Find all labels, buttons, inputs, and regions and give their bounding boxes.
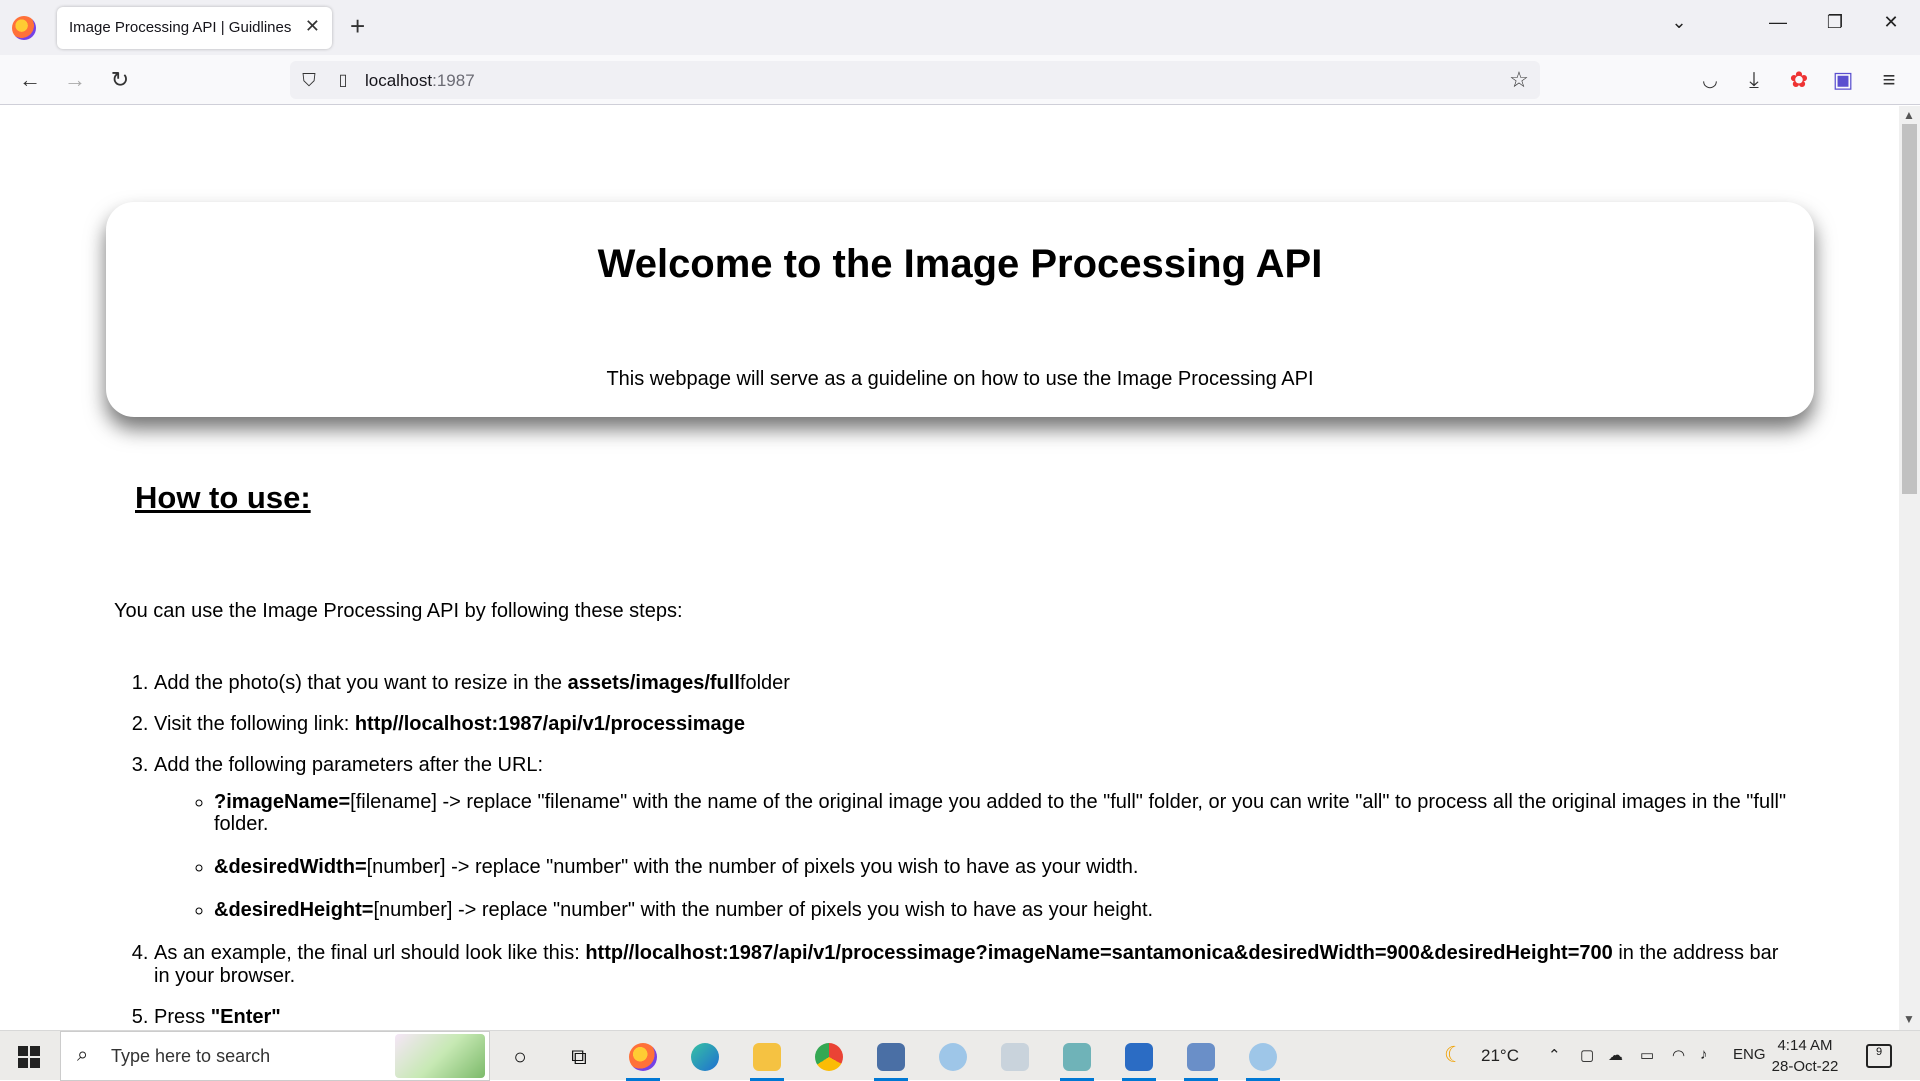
list-item: ?imageName=[filename] -> replace "filena…	[214, 791, 1794, 835]
vertical-scrollbar[interactable]: ▲ ▼	[1899, 106, 1920, 1030]
browser-nav-bar: ← → ↻ ⛉ ▯ localhost:1987 ☆ ◡ ⤓ ✿ ▣ ≡	[0, 55, 1920, 105]
address-bar[interactable]: ⛉ ▯ localhost:1987 ☆	[290, 61, 1540, 99]
file-explorer-icon[interactable]	[744, 1037, 790, 1081]
show-hidden-icons-icon[interactable]: ⌃	[1548, 1046, 1561, 1064]
new-tab-icon[interactable]: +	[350, 12, 365, 40]
tab-list-chevron-icon[interactable]: ⌄	[1664, 12, 1694, 33]
download-icon[interactable]: ⤓	[1741, 67, 1767, 93]
browser-tab[interactable]: Image Processing API | Guidlines ✕	[57, 7, 332, 49]
page-title: Welcome to the Image Processing API	[597, 242, 1323, 286]
windows-taskbar: ⌕ Type here to search ○ ⧉ ☾ 21°C ⌃ ▢ ☁ ▭…	[0, 1030, 1920, 1081]
task-view-icon[interactable]: ⧉	[556, 1037, 602, 1077]
minimize-icon[interactable]: —	[1763, 12, 1793, 33]
taskbar-search[interactable]: ⌕ Type here to search	[60, 1031, 490, 1081]
onedrive-icon[interactable]: ☁	[1608, 1046, 1623, 1064]
volume-icon[interactable]: ♪	[1700, 1046, 1708, 1063]
scroll-thumb[interactable]	[1902, 124, 1917, 494]
search-icon: ⌕	[77, 1044, 89, 1066]
calculator-icon[interactable]	[868, 1037, 914, 1081]
how-to-use-heading: How to use:	[135, 480, 311, 515]
url-text[interactable]: localhost:1987	[365, 71, 475, 91]
shield-icon[interactable]: ⛉	[296, 67, 322, 93]
forward-icon[interactable]: →	[62, 67, 88, 93]
app-icon[interactable]	[1178, 1037, 1224, 1081]
list-item: As an example, the final url should look…	[154, 942, 1794, 988]
app-icon[interactable]	[1054, 1037, 1100, 1081]
photos-icon[interactable]	[992, 1037, 1038, 1077]
firefox-taskbar-icon[interactable]	[620, 1037, 666, 1081]
bookmark-star-icon[interactable]: ☆	[1506, 67, 1532, 93]
browser-tab-bar: Image Processing API | Guidlines ✕ + ⌄ —…	[0, 0, 1920, 55]
back-icon[interactable]: ←	[17, 67, 43, 93]
steps-list: Add the photo(s) that you want to resize…	[114, 672, 1794, 1030]
weather-icon[interactable]: ☾	[1444, 1042, 1464, 1068]
color-extension-icon[interactable]: ✿	[1786, 67, 1812, 93]
windows-start-icon[interactable]	[18, 1046, 40, 1068]
list-item: Visit the following link: http//localhos…	[154, 713, 1794, 736]
page-content: Welcome to the Image Processing API This…	[0, 106, 1899, 1030]
scroll-down-icon[interactable]: ▼	[1903, 1012, 1915, 1026]
restore-icon[interactable]: ❐	[1820, 12, 1850, 33]
extension-icon[interactable]: ▣	[1830, 67, 1856, 93]
clock-time: 4:14 AM	[1777, 1037, 1833, 1054]
document-icon[interactable]	[1116, 1037, 1162, 1081]
list-item: &desiredHeight=[number] -> replace "numb…	[214, 899, 1794, 921]
edge-icon[interactable]	[682, 1037, 728, 1077]
pocket-icon[interactable]: ◡	[1697, 67, 1723, 93]
welcome-card: Welcome to the Image Processing API This…	[106, 202, 1814, 417]
list-item: &desiredWidth=[number] -> replace "numbe…	[214, 856, 1794, 878]
battery-icon[interactable]: ▭	[1640, 1046, 1654, 1064]
reload-icon[interactable]: ↻	[107, 67, 133, 93]
list-item: Add the photo(s) that you want to resize…	[154, 672, 1794, 695]
firefox-icon[interactable]	[12, 16, 36, 40]
wifi-icon[interactable]: ◠	[1672, 1046, 1685, 1064]
app-icon[interactable]	[1240, 1037, 1286, 1081]
search-highlight-image	[395, 1034, 485, 1078]
menu-icon[interactable]: ≡	[1876, 67, 1902, 93]
search-input[interactable]: Type here to search	[111, 1046, 270, 1067]
page-subtitle: This webpage will serve as a guideline o…	[606, 368, 1314, 390]
close-tab-icon[interactable]: ✕	[305, 16, 320, 37]
chrome-icon[interactable]	[806, 1037, 852, 1077]
list-item: Add the following parameters after the U…	[154, 754, 1794, 921]
list-item: Press "Enter"	[154, 1006, 1794, 1029]
clock-date: 28-Oct-22	[1771, 1058, 1839, 1075]
cortana-icon[interactable]: ○	[497, 1037, 543, 1077]
scroll-up-icon[interactable]: ▲	[1903, 108, 1915, 122]
tab-title: Image Processing API | Guidlines	[69, 19, 292, 36]
page-icon[interactable]: ▯	[330, 67, 356, 93]
app-icon[interactable]	[930, 1037, 976, 1077]
weather-temp[interactable]: 21°C	[1481, 1046, 1519, 1066]
close-window-icon[interactable]: ✕	[1876, 12, 1906, 33]
parameters-list: ?imageName=[filename] -> replace "filena…	[154, 791, 1794, 921]
device-icon[interactable]: ▢	[1580, 1046, 1594, 1064]
intro-text: You can use the Image Processing API by …	[114, 600, 683, 622]
notification-center-icon[interactable]: 9	[1866, 1044, 1892, 1068]
clock[interactable]: 4:14 AM 28-Oct-22	[1760, 1035, 1850, 1077]
